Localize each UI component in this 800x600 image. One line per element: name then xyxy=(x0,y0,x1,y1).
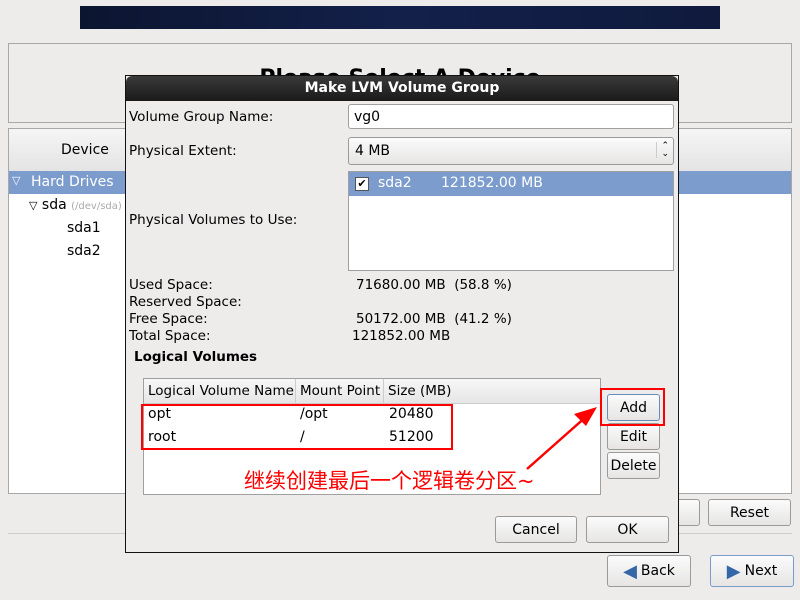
annotation-text: 继续创建最后一个逻辑卷分区~ xyxy=(244,469,535,493)
arrow-annotation-icon xyxy=(526,407,597,470)
